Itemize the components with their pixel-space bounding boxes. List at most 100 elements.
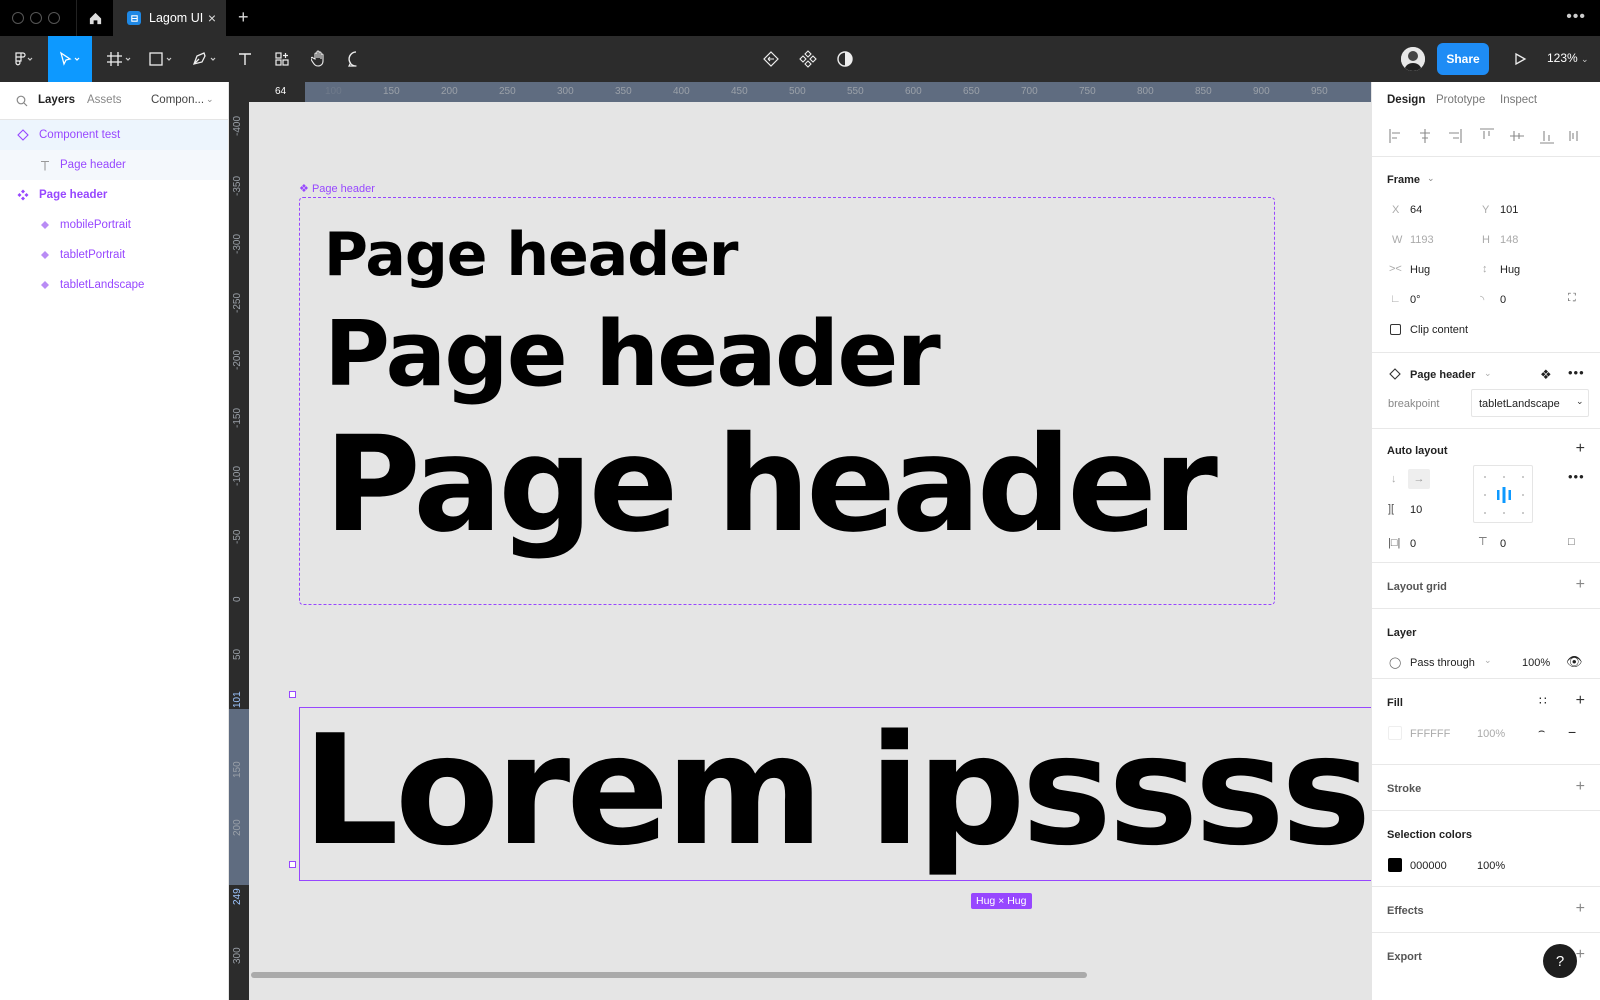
- help-button[interactable]: ?: [1543, 944, 1577, 978]
- chevron-down-icon[interactable]: ⌄: [1427, 173, 1435, 184]
- canvas[interactable]: ❖ Page header Page header Page header Pa…: [249, 102, 1371, 1000]
- add-icon[interactable]: +: [1576, 779, 1585, 795]
- add-icon[interactable]: +: [1576, 441, 1585, 457]
- selection-color-swatch[interactable]: [1388, 858, 1402, 872]
- home-icon[interactable]: [76, 0, 113, 36]
- tab-prototype[interactable]: Prototype: [1436, 94, 1485, 106]
- blend-mode-select[interactable]: Pass through: [1410, 657, 1475, 669]
- chevron-down-icon[interactable]: ⌄: [1484, 368, 1492, 379]
- frame-tool-icon[interactable]: [100, 36, 140, 82]
- fill-swatch[interactable]: [1388, 726, 1402, 740]
- fill-hex-input[interactable]: FFFFFF: [1410, 728, 1450, 740]
- item-spacing-input[interactable]: 10: [1410, 504, 1422, 516]
- layer-label: Page header: [39, 189, 108, 201]
- individual-padding-icon[interactable]: □: [1568, 536, 1575, 548]
- tab-inspect[interactable]: Inspect: [1500, 94, 1537, 106]
- layer-page-header-component[interactable]: Page header: [0, 180, 228, 210]
- search-icon[interactable]: [16, 94, 28, 112]
- pen-tool-icon[interactable]: [186, 36, 226, 82]
- text-tool-icon[interactable]: [230, 36, 260, 82]
- comment-tool-icon[interactable]: [341, 36, 371, 82]
- resize-handle-bottom-left[interactable]: [289, 861, 296, 868]
- layer-component-test[interactable]: Component test: [0, 120, 228, 150]
- style-icon[interactable]: ∷: [1539, 694, 1547, 708]
- component-name[interactable]: Page header: [1410, 369, 1475, 381]
- layer-tablet-portrait[interactable]: tabletPortrait: [0, 240, 228, 270]
- shape-tool-icon[interactable]: [143, 36, 183, 82]
- add-icon[interactable]: +: [1576, 577, 1585, 593]
- close-tab-icon[interactable]: ×: [208, 10, 216, 26]
- w-input[interactable]: 1193: [1410, 234, 1434, 246]
- page-header-mobile[interactable]: Page header: [324, 220, 739, 290]
- add-icon[interactable]: +: [1576, 947, 1585, 963]
- layout-grid-title: Layout grid: [1387, 581, 1447, 593]
- layer-mobile-portrait[interactable]: mobilePortrait: [0, 210, 228, 240]
- tab-assets[interactable]: Assets: [87, 94, 122, 106]
- window-minimize-dot[interactable]: [30, 12, 42, 24]
- frame-title[interactable]: Frame: [1387, 174, 1420, 186]
- ruler-tick-label: 150: [383, 86, 400, 97]
- move-tool-icon[interactable]: [48, 36, 92, 82]
- page-selector[interactable]: Compon...: [151, 94, 204, 106]
- remove-icon[interactable]: −: [1568, 724, 1576, 740]
- zoom-level[interactable]: 123% ⌄: [1547, 51, 1589, 65]
- layer-tablet-landscape[interactable]: tabletLandscape: [0, 270, 228, 300]
- horizontal-sizing-select[interactable]: Hug: [1410, 264, 1430, 276]
- vertical-padding-input[interactable]: 0: [1500, 538, 1506, 550]
- vertical-direction-icon[interactable]: ↓: [1391, 473, 1397, 485]
- lorem-text-instance[interactable]: Lorem ipssssss: [302, 702, 1371, 879]
- file-tab[interactable]: Lagom UI ×: [113, 0, 226, 36]
- layer-label: mobilePortrait: [60, 219, 131, 231]
- layer-opacity-input[interactable]: 100%: [1522, 657, 1550, 669]
- y-input[interactable]: 101: [1500, 204, 1518, 216]
- window-maximize-dot[interactable]: [48, 12, 60, 24]
- corner-radius-input[interactable]: 0: [1500, 294, 1506, 306]
- chevron-down-icon[interactable]: ⌄: [1484, 655, 1492, 666]
- selection-color-opacity[interactable]: 100%: [1477, 860, 1505, 872]
- alignment-grid[interactable]: [1473, 465, 1533, 523]
- go-to-main-component-icon[interactable]: ❖: [1540, 367, 1552, 383]
- independent-corners-icon[interactable]: ⛶: [1568, 292, 1576, 305]
- resources-icon[interactable]: [267, 36, 297, 82]
- user-avatar[interactable]: [1401, 47, 1425, 71]
- more-options-icon[interactable]: •••: [1566, 8, 1586, 26]
- clip-content-checkbox[interactable]: [1390, 324, 1401, 335]
- horizontal-padding-icon: |□|: [1388, 537, 1401, 549]
- eye-icon[interactable]: 👁: [1566, 654, 1583, 670]
- figma-menu-icon[interactable]: [0, 36, 48, 82]
- more-options-icon[interactable]: •••: [1568, 365, 1585, 380]
- h-input[interactable]: 148: [1500, 234, 1518, 246]
- share-button[interactable]: Share: [1437, 43, 1489, 75]
- x-input[interactable]: 64: [1410, 204, 1422, 216]
- horizontal-scrollbar[interactable]: [251, 972, 1087, 978]
- page-header-tablet-landscape[interactable]: Page header: [324, 408, 1218, 562]
- component-swap-icon[interactable]: [756, 36, 786, 82]
- frame-label[interactable]: ❖ Page header: [299, 182, 375, 195]
- auto-layout-section: Auto layout + ↓ → ••• ][ 10 |□| 0 ⊤ 0 □: [1372, 428, 1600, 562]
- tab-layers[interactable]: Layers: [38, 94, 75, 106]
- resize-handle-top-left[interactable]: [289, 691, 296, 698]
- hidden-eye-icon[interactable]: ⌢: [1538, 725, 1545, 738]
- page-header-tablet-portrait[interactable]: Page header: [324, 302, 941, 407]
- vertical-sizing-select[interactable]: Hug: [1500, 264, 1520, 276]
- hand-tool-icon[interactable]: [304, 36, 334, 82]
- horizontal-padding-input[interactable]: 0: [1410, 538, 1416, 550]
- rotation-input[interactable]: 0°: [1410, 294, 1421, 306]
- more-options-icon[interactable]: •••: [1568, 469, 1585, 484]
- selection-color-hex[interactable]: 000000: [1410, 860, 1447, 872]
- present-icon[interactable]: [1505, 36, 1535, 82]
- horizontal-direction-icon[interactable]: →: [1408, 469, 1430, 489]
- export-title: Export: [1387, 951, 1422, 963]
- chevron-down-icon[interactable]: ⌄: [206, 94, 214, 105]
- layer-page-header-text[interactable]: Page header: [0, 150, 228, 180]
- contrast-icon[interactable]: [830, 36, 860, 82]
- new-tab-icon[interactable]: +: [238, 7, 249, 28]
- component-icon[interactable]: [793, 36, 823, 82]
- fill-opacity-input[interactable]: 100%: [1477, 728, 1505, 740]
- add-icon[interactable]: +: [1576, 693, 1585, 709]
- breakpoint-select[interactable]: tabletLandscape ⌄: [1471, 389, 1589, 417]
- tab-design[interactable]: Design: [1387, 94, 1425, 106]
- add-icon[interactable]: +: [1576, 901, 1585, 917]
- alignment-icons[interactable]: [1387, 126, 1587, 146]
- window-close-dot[interactable]: [12, 12, 24, 24]
